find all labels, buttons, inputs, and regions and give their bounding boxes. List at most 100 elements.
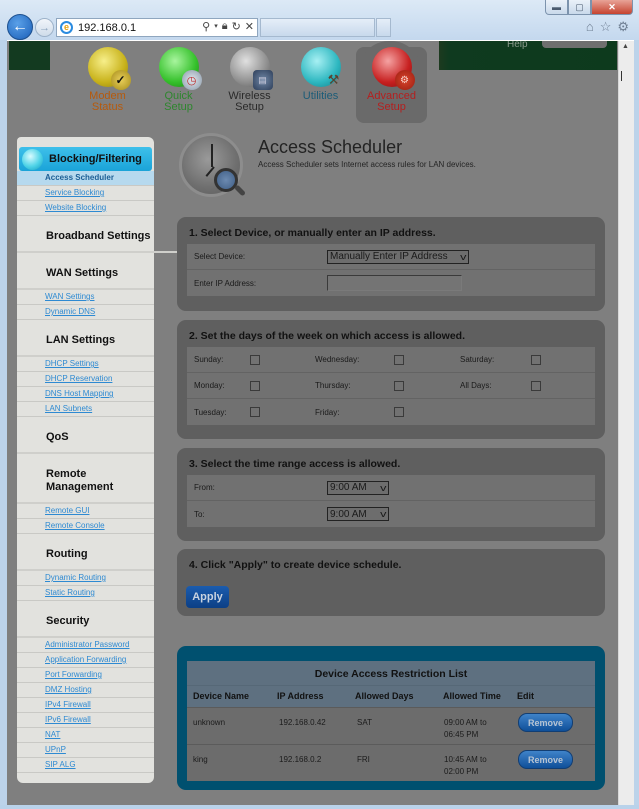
- saturday-label: Saturday:: [460, 355, 495, 364]
- to-time-dropdown[interactable]: 9:00 AM v: [327, 507, 389, 521]
- utilities-icon: ⚒: [300, 47, 341, 87]
- sidebar-section-lan[interactable]: LAN Settings: [17, 320, 154, 357]
- friday-checkbox[interactable]: [394, 407, 404, 417]
- sidebar-item-dhcp-settings[interactable]: DHCP Settings: [17, 357, 154, 372]
- sidebar-section-broadband[interactable]: Broadband Settings: [17, 216, 182, 253]
- sidebar-item-dmz-hosting[interactable]: DMZ Hosting: [17, 683, 154, 698]
- stop-icon[interactable]: ✕: [245, 20, 254, 33]
- sidebar-item-nat[interactable]: NAT: [17, 728, 154, 743]
- sidebar-head-label: Blocking/Filtering: [49, 153, 142, 165]
- sidebar-item-dynamic-routing[interactable]: Dynamic Routing: [17, 571, 154, 586]
- nav-wireless-setup[interactable]: ▤ Wireless Setup: [214, 47, 285, 123]
- dropdown-icon[interactable]: ▾: [214, 20, 218, 33]
- header-search-box[interactable]: [542, 41, 607, 48]
- step2-panel: 2. Set the days of the week on which acc…: [177, 320, 605, 439]
- sidebar-section-blocking-filtering[interactable]: Blocking/Filtering: [19, 147, 152, 171]
- header-bar-left: [9, 41, 50, 70]
- maximize-button[interactable]: ▢: [568, 0, 591, 15]
- table-row: king 192.168.0.2 FRI 10:45 AM to 02:00 PM…: [187, 744, 595, 781]
- sidebar-section-wan[interactable]: WAN Settings: [17, 253, 154, 290]
- sidebar-section-routing[interactable]: Routing: [17, 534, 154, 571]
- vertical-scrollbar[interactable]: ▲: [618, 41, 634, 805]
- scroll-up-arrow-icon[interactable]: ▲: [622, 43, 629, 50]
- sidebar-item-lan-subnets[interactable]: LAN Subnets: [17, 402, 154, 417]
- advanced-setup-icon: ⚙: [371, 47, 415, 90]
- sidebar-item-port-forwarding[interactable]: Port Forwarding: [17, 668, 154, 683]
- sidebar-item-ipv6-firewall[interactable]: IPv6 Firewall: [17, 713, 154, 728]
- sidebar-item-upnp[interactable]: UPnP: [17, 743, 154, 758]
- star-icon[interactable]: ☆: [600, 19, 612, 35]
- nav-advanced-setup[interactable]: ⚙ Advanced Setup: [356, 41, 427, 123]
- top-navigation: ✓ Modem Status ◷ Quick Setup ▤ Wireless Set…: [72, 41, 427, 123]
- wednesday-checkbox[interactable]: [394, 354, 404, 365]
- sidebar-item-dns-host-mapping[interactable]: DNS Host Mapping: [17, 387, 154, 402]
- allowed-time-cell: 09:00 AM to 06:45 PM: [444, 718, 487, 739]
- step3-title: 3. Select the time range access is allow…: [189, 458, 401, 470]
- sidebar-section-security[interactable]: Security: [17, 601, 154, 638]
- step3-panel: 3. Select the time range access is allow…: [177, 448, 605, 541]
- sidebar-section-qos[interactable]: QoS: [17, 417, 154, 454]
- gear-icon[interactable]: ⚙: [617, 19, 629, 35]
- sunday-checkbox[interactable]: [250, 354, 260, 365]
- new-tab-button[interactable]: [376, 18, 391, 37]
- sidebar-item-remote-console[interactable]: Remote Console: [17, 519, 154, 534]
- apply-button[interactable]: Apply: [186, 586, 229, 608]
- column-header: IP Address: [277, 691, 324, 701]
- sidebar-section-remote-management[interactable]: Remote Management: [17, 454, 154, 504]
- nav-label: Modem Status: [89, 90, 126, 113]
- sidebar-item-administrator-password[interactable]: Administrator Password: [17, 638, 154, 653]
- sidebar-item-application-forwarding[interactable]: Application Forwarding: [17, 653, 154, 668]
- allowed-days-cell: FRI: [357, 755, 370, 764]
- sidebar-item-static-routing[interactable]: Static Routing: [17, 586, 154, 601]
- window-controls: ▬ ▢ ✕: [545, 0, 633, 15]
- close-button[interactable]: ✕: [591, 0, 633, 15]
- from-time-dropdown[interactable]: 9:00 AM v: [327, 480, 389, 495]
- saturday-checkbox[interactable]: [531, 354, 541, 365]
- nav-utilities[interactable]: ⚒ Utilities: [285, 47, 356, 123]
- tuesday-checkbox[interactable]: [250, 407, 260, 417]
- sidebar-item-remote-gui[interactable]: Remote GUI: [17, 504, 154, 519]
- all-days-checkbox[interactable]: [531, 380, 541, 391]
- chevron-down-icon: v: [459, 251, 466, 262]
- nav-modem-status[interactable]: ✓ Modem Status: [72, 47, 143, 123]
- nav-quick-setup[interactable]: ◷ Quick Setup: [143, 47, 214, 123]
- lock-icon[interactable]: 🔒︎: [222, 20, 228, 33]
- home-icon[interactable]: ⌂: [586, 19, 594, 35]
- forward-button[interactable]: →: [35, 18, 54, 37]
- sidebar-item-website-blocking[interactable]: Website Blocking: [17, 201, 154, 216]
- search-icon[interactable]: ⚲: [202, 20, 210, 33]
- device-name-cell: unknown: [193, 718, 226, 727]
- sidebar-item-dynamic-dns[interactable]: Dynamic DNS: [17, 305, 154, 320]
- sidebar-item-service-blocking[interactable]: Service Blocking: [17, 186, 154, 201]
- address-text[interactable]: 192.168.0.1: [78, 22, 136, 34]
- refresh-icon[interactable]: ↻: [232, 20, 241, 33]
- section-orb-icon: [22, 148, 43, 170]
- step1-title: 1. Select Device, or manually enter an I…: [189, 227, 436, 239]
- address-bar[interactable]: e 192.168.0.1 ⚲ ▾ 🔒︎ ↻ ✕: [56, 18, 258, 37]
- column-header: Edit: [517, 691, 534, 701]
- minimize-button[interactable]: ▬: [545, 0, 568, 15]
- browser-tab[interactable]: [260, 18, 375, 37]
- select-device-label: Select Device:: [194, 252, 246, 261]
- nav-label: Wireless Setup: [228, 90, 271, 113]
- remove-button[interactable]: Remove: [518, 713, 573, 732]
- sidebar-item-sip-alg[interactable]: SIP ALG: [17, 758, 154, 773]
- help-link[interactable]: Help: [507, 41, 528, 50]
- select-device-dropdown[interactable]: Manually Enter IP Address v: [327, 249, 469, 264]
- remove-button[interactable]: Remove: [518, 750, 573, 769]
- sidebar-item-ipv4-firewall[interactable]: IPv4 Firewall: [17, 698, 154, 713]
- nav-label: Advanced Setup: [367, 90, 416, 113]
- monday-checkbox[interactable]: [250, 380, 260, 391]
- scrollbar-thumb[interactable]: [621, 71, 622, 81]
- step1-panel: 1. Select Device, or manually enter an I…: [177, 217, 605, 311]
- thursday-checkbox[interactable]: [394, 380, 404, 391]
- header-bar-right: Help: [439, 41, 617, 70]
- arrow-left-icon: ←: [12, 18, 28, 35]
- sidebar-item-wan-settings[interactable]: WAN Settings: [17, 290, 154, 305]
- nav-label: Utilities: [302, 90, 339, 102]
- sidebar-item-dhcp-reservation[interactable]: DHCP Reservation: [17, 372, 154, 387]
- to-time-value: 9:00 AM: [330, 508, 367, 520]
- sidebar-item-access-scheduler[interactable]: Access Scheduler: [17, 171, 154, 186]
- back-button[interactable]: ←: [7, 14, 33, 40]
- ip-address-input[interactable]: [327, 275, 462, 291]
